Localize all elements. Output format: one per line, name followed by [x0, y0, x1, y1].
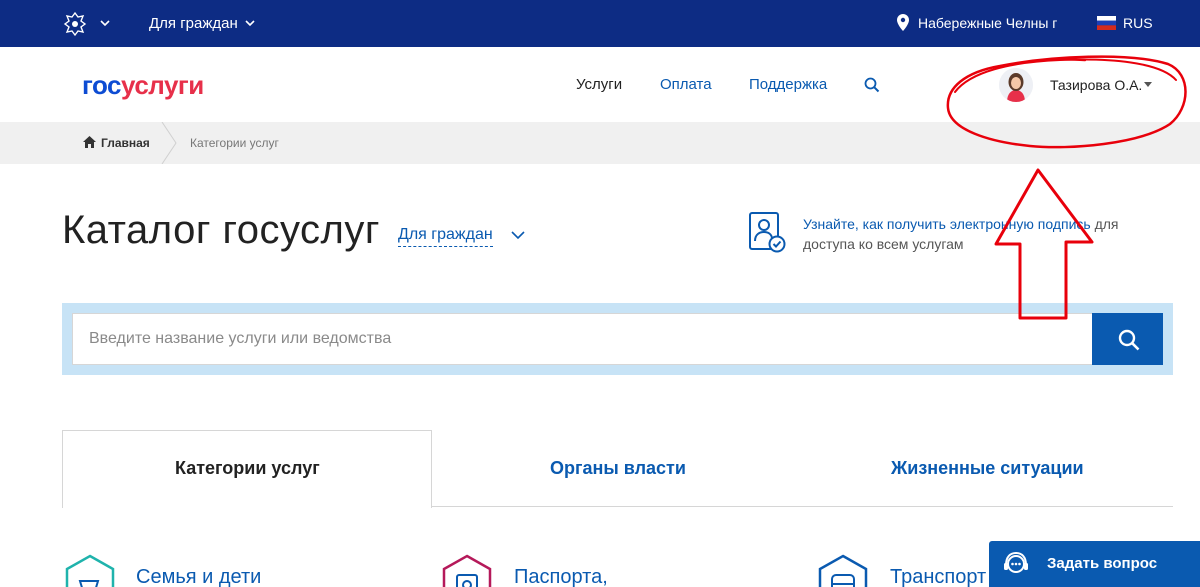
page-title: Каталог госуслуг — [62, 208, 380, 252]
avatar-woman-icon — [999, 68, 1033, 102]
chevron-down-icon[interactable] — [244, 17, 256, 29]
chevron-down-icon[interactable] — [99, 17, 111, 29]
tab-categories-label[interactable]: Категории услуг — [175, 458, 320, 479]
top-bar: Для граждан Набережные Челны г RUS — [0, 0, 1200, 47]
nav-support[interactable]: Поддержка — [749, 76, 827, 93]
transport-icon[interactable] — [815, 553, 871, 587]
category-passports[interactable]: Паспорта, — [514, 566, 608, 587]
tab-life-situations[interactable]: Жизненные ситуации — [891, 458, 1084, 479]
language-switcher[interactable]: RUS — [1123, 15, 1153, 31]
logo-part-uslugi: услуги — [121, 70, 204, 100]
support-headset-icon — [1004, 551, 1028, 573]
breadcrumb-current: Категории услуг — [190, 136, 279, 150]
tab-authorities[interactable]: Органы власти — [550, 458, 686, 479]
tabs-divider — [432, 506, 1173, 507]
user-name[interactable]: Тазирова О.А. — [1050, 77, 1142, 93]
russia-flag-icon — [1097, 16, 1116, 30]
search-panel — [62, 303, 1173, 375]
family-children-icon[interactable] — [62, 553, 118, 587]
breadcrumb: Главная Категории услуг — [0, 122, 1200, 164]
signature-certificate-icon — [749, 212, 786, 253]
logo-part-gos: гос — [82, 70, 122, 100]
breadcrumb-separator — [161, 122, 177, 164]
catalog-audience-switcher[interactable]: Для граждан — [398, 226, 493, 247]
user-avatar[interactable] — [999, 68, 1033, 102]
passport-icon[interactable] — [439, 553, 495, 587]
category-transport[interactable]: Транспорт — [890, 566, 986, 587]
search-icon — [1118, 329, 1140, 351]
category-family[interactable]: Семья и дети — [136, 566, 261, 587]
search-icon[interactable] — [864, 77, 880, 93]
gosuslugi-logo[interactable]: госуслуги — [82, 70, 204, 101]
audience-switcher[interactable]: Для граждан — [149, 15, 238, 32]
ask-question-button[interactable]: Задать вопрос — [989, 541, 1200, 587]
signature-promo: Узнайте, как получить электронную подпис… — [803, 214, 1143, 254]
location-pin-icon — [897, 14, 909, 31]
signature-promo-link[interactable]: Узнайте, как получить электронную подпис… — [803, 216, 1091, 232]
emblem-icon[interactable] — [62, 11, 88, 37]
breadcrumb-home[interactable]: Главная — [101, 136, 150, 150]
nav-services[interactable]: Услуги — [576, 76, 622, 93]
nav-payment[interactable]: Оплата — [660, 76, 712, 93]
chevron-down-icon[interactable] — [511, 231, 525, 240]
ask-question-label: Задать вопрос — [1047, 555, 1158, 572]
search-input[interactable] — [72, 313, 1092, 365]
search-button[interactable] — [1092, 313, 1163, 365]
home-icon — [83, 136, 96, 148]
location-link[interactable]: Набережные Челны г — [918, 15, 1057, 31]
caret-down-icon[interactable] — [1143, 81, 1153, 88]
